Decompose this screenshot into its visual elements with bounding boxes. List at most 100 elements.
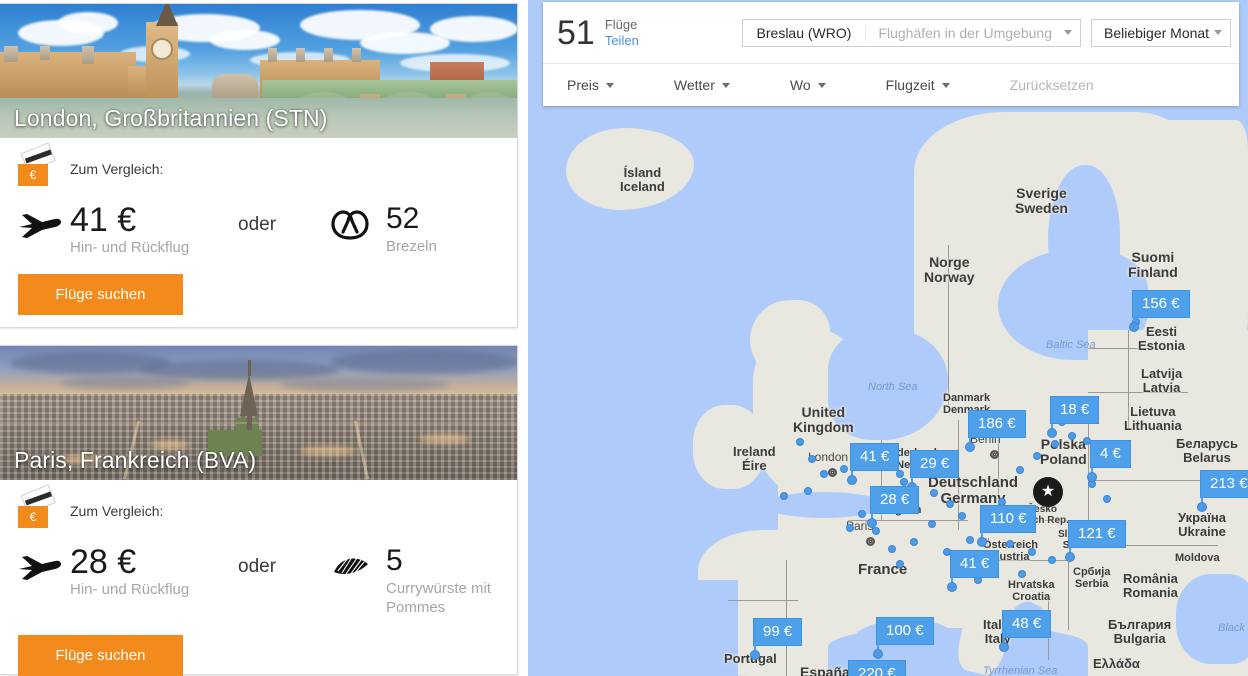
search-flights-button-london[interactable]: Flüge suchen — [18, 274, 183, 315]
gulf-of-bothnia — [1048, 165, 1120, 315]
price-pin-label[interactable]: 4 € — [1090, 440, 1131, 468]
chevron-down-icon[interactable] — [1064, 30, 1072, 35]
price-pin[interactable]: 28 € — [867, 486, 920, 528]
nearby-airports-placeholder[interactable]: Flughäfen in der Umgebung — [866, 25, 1060, 41]
price-pin-label[interactable]: 110 € — [980, 505, 1037, 533]
price-row: 28 € Hin- und Rückflug oder 5 Currywürst… — [18, 544, 499, 617]
airport-dot[interactable] — [1103, 495, 1111, 503]
price-pin[interactable]: 4 € — [1087, 440, 1131, 482]
price-pin[interactable]: 186 € — [965, 410, 1026, 452]
price-pin[interactable]: 121 € — [1065, 520, 1126, 562]
city-marker-icon — [828, 468, 837, 477]
price-pin-dot — [999, 642, 1009, 652]
price-pin-label[interactable]: 41 € — [850, 443, 900, 471]
border-line — [1088, 348, 1178, 349]
atlantic-iberia-west — [678, 580, 738, 676]
airport-dot[interactable] — [872, 527, 880, 535]
deal-card-paris[interactable]: Paris, Frankreich (BVA) € Zum Vergleich:… — [0, 345, 518, 676]
filter-wetter[interactable]: Wetter — [674, 77, 738, 93]
origin-airport-value[interactable]: Breslau (WRO) — [743, 24, 867, 41]
paris-skyline-photo: Paris, Frankreich (BVA) — [0, 346, 517, 480]
airport-dot[interactable] — [1048, 556, 1056, 564]
airplane-icon — [18, 544, 70, 585]
airport-dot[interactable] — [804, 487, 812, 495]
chevron-down-icon — [721, 82, 730, 88]
price-pin-label[interactable]: 99 € — [753, 618, 803, 646]
price-pin[interactable]: 41 € — [847, 443, 900, 485]
price-pin-label[interactable]: 156 € — [1132, 290, 1190, 318]
chevron-down-icon[interactable] — [1214, 30, 1222, 35]
price-pin-label[interactable]: 48 € — [1002, 610, 1052, 638]
airport-dot[interactable] — [858, 510, 866, 518]
chevron-down-icon — [605, 82, 614, 88]
filter-preis[interactable]: Preis — [567, 77, 622, 93]
price-pin-dot — [867, 518, 877, 528]
price-pin[interactable]: 18 € — [1047, 396, 1100, 438]
price-pin[interactable]: 29 € — [907, 450, 960, 492]
share-link[interactable]: Teilen — [605, 33, 639, 49]
compare-label: Zum Vergleich: — [70, 503, 164, 519]
airport-dot[interactable] — [1006, 540, 1014, 548]
flight-count: 51 — [557, 13, 595, 52]
airport-dot[interactable] — [946, 500, 954, 508]
airport-dot[interactable] — [910, 538, 918, 546]
price-pin-label[interactable]: 29 € — [910, 450, 960, 478]
filter-wo[interactable]: Wo — [790, 77, 834, 93]
compare-label: Zum Vergleich: — [70, 161, 164, 177]
airport-dot[interactable] — [846, 524, 854, 532]
price-pin[interactable]: 213 € — [1197, 470, 1248, 512]
alt-value: 52 — [386, 202, 420, 235]
city-marker-icon — [990, 450, 999, 459]
airport-dot[interactable] — [820, 470, 828, 478]
airport-dot[interactable] — [1033, 452, 1041, 460]
filter-flugzeit[interactable]: Flugzeit — [886, 77, 958, 93]
compare-row: € Zum Vergleich: — [18, 142, 499, 186]
price-pin-label[interactable]: 100 € — [876, 617, 934, 645]
price-pin-dot — [1129, 322, 1139, 332]
price-pin-label[interactable]: 41 € — [950, 550, 1000, 578]
airport-dot[interactable] — [896, 560, 904, 568]
airport-dot[interactable] — [966, 536, 974, 544]
airport-dot[interactable] — [1028, 548, 1036, 556]
airport-dot[interactable] — [780, 492, 788, 500]
toolbar-filter-row: Preis Wetter Wo Flugzeit Zurücksetzen — [543, 64, 1239, 106]
price-pin-label[interactable]: 28 € — [870, 486, 920, 514]
airport-dot[interactable] — [928, 520, 936, 528]
airport-dot[interactable] — [958, 512, 966, 520]
search-flights-button-paris[interactable]: Flüge suchen — [18, 635, 183, 676]
month-select[interactable]: Beliebiger Monat — [1091, 18, 1231, 47]
airport-dot[interactable] — [796, 438, 804, 446]
price-pin-label[interactable]: 213 € — [1200, 470, 1248, 498]
month-select-value[interactable]: Beliebiger Monat — [1104, 25, 1209, 41]
airport-dot[interactable] — [888, 545, 896, 553]
price-pin[interactable]: 99 € — [750, 618, 803, 660]
airport-dot[interactable] — [840, 465, 848, 473]
price-pin-label[interactable]: 18 € — [1050, 396, 1100, 424]
airport-dot[interactable] — [808, 455, 816, 463]
price-pin[interactable]: 100 € — [873, 617, 934, 659]
airport-dot[interactable] — [1018, 570, 1026, 578]
filter-wetter-label: Wetter — [673, 77, 715, 93]
flight-map[interactable]: Ísland Iceland Norge Norway Sverige Sweden… — [528, 0, 1248, 676]
price-pin[interactable]: 41 € — [947, 550, 1000, 592]
airport-dot[interactable] — [930, 489, 938, 497]
alt-unit: Currywürste mit Pommes — [386, 580, 492, 616]
price-pin[interactable]: 156 € — [1129, 290, 1190, 332]
airport-dot[interactable] — [1016, 466, 1024, 474]
origin-airport-field[interactable]: Breslau (WRO) Flughäfen in der Umgebung — [741, 18, 1081, 47]
price-pin-label[interactable]: 186 € — [968, 410, 1026, 438]
price-pin[interactable]: 220 € — [848, 660, 906, 676]
airport-dot[interactable] — [896, 470, 904, 478]
star-marker[interactable]: ★ — [1033, 477, 1063, 507]
card-title-paris: Paris, Frankreich (BVA) — [14, 447, 257, 473]
airport-dot[interactable] — [1051, 440, 1059, 448]
price-pin-label[interactable]: 220 € — [848, 660, 906, 676]
landmass-ireland — [693, 405, 765, 489]
price-pin[interactable]: 48 € — [999, 610, 1052, 652]
price-pin[interactable]: 110 € — [977, 505, 1037, 547]
airport-dot[interactable] — [1068, 432, 1076, 440]
reset-filters-link[interactable]: Zurücksetzen — [1010, 77, 1094, 93]
price-pin-label[interactable]: 121 € — [1068, 520, 1126, 548]
landmass-scotland — [750, 300, 830, 380]
deal-card-london[interactable]: London, Großbritannien (STN) € Zum Vergl… — [0, 3, 518, 328]
